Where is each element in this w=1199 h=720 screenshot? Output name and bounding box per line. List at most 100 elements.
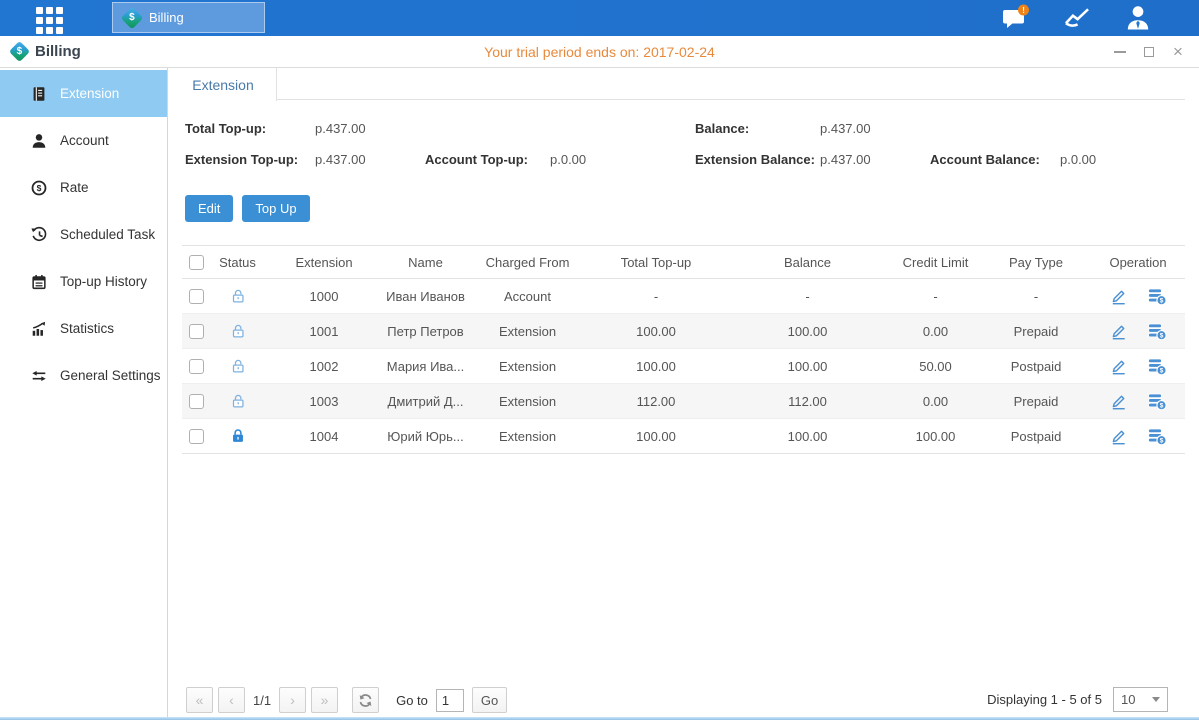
tab-extension[interactable]: Extension (170, 68, 277, 101)
statistics-icon (30, 320, 48, 338)
app-menu-icon[interactable] (36, 7, 63, 34)
svg-text:$: $ (1160, 298, 1164, 305)
refresh-icon (358, 693, 373, 708)
taskbar-tab-label: Billing (149, 10, 184, 25)
next-page-button[interactable]: › (279, 687, 306, 713)
prev-page-button[interactable]: ‹ (218, 687, 245, 713)
column-header-charged-from: Charged From (468, 246, 587, 279)
topup-icon[interactable]: $ (1147, 391, 1167, 411)
cell-extension: 1001 (265, 314, 383, 349)
cell-total-topup: 112.00 (587, 384, 725, 419)
cell-extension: 1003 (265, 384, 383, 419)
cell-charged-from: Extension (468, 349, 587, 384)
column-header-balance: Balance (725, 246, 890, 279)
svg-text:$: $ (1160, 333, 1164, 340)
cell-total-topup: 100.00 (587, 349, 725, 384)
status-cell (210, 419, 265, 454)
tabstrip: Extension (169, 68, 1199, 101)
sidebar-item-statistics[interactable]: Statistics (0, 305, 167, 352)
billing-dollar-icon: $ (121, 6, 144, 29)
sidebar: Extension Account $ Rate Scheduled Task (0, 68, 168, 717)
sidebar-item-rate[interactable]: $ Rate (0, 164, 167, 211)
table-body: 1000 Иван Иванов Account - - - - (182, 279, 1185, 454)
row-checkbox[interactable] (189, 289, 204, 304)
extension-balance-label: Extension Balance: (695, 152, 815, 167)
cell-pay-type: Prepaid (981, 384, 1091, 419)
edit-icon[interactable] (1109, 287, 1128, 306)
column-header-credit-limit: Credit Limit (890, 246, 981, 279)
edit-icon[interactable] (1109, 322, 1128, 341)
sidebar-item-label: General Settings (60, 368, 161, 383)
page-size-value: 10 (1121, 692, 1135, 707)
messages-icon[interactable]: ! (1001, 4, 1029, 32)
locked-icon[interactable] (229, 427, 247, 445)
taskbar-tab-billing[interactable]: $ Billing (112, 2, 265, 33)
unlocked-icon[interactable] (229, 322, 247, 340)
edit-button[interactable]: Edit (185, 195, 233, 222)
sidebar-item-topup-history[interactable]: Top-up History (0, 258, 167, 305)
maximize-button[interactable] (1142, 45, 1156, 59)
row-checkbox[interactable] (189, 359, 204, 374)
cell-name: Мария Ива... (383, 349, 468, 384)
cell-pay-type: Postpaid (981, 419, 1091, 454)
cell-name: Иван Иванов (383, 279, 468, 314)
cell-credit-limit: - (890, 279, 981, 314)
row-checkbox[interactable] (189, 429, 204, 444)
column-header-total-topup: Total Top-up (587, 246, 725, 279)
statistics-chart-icon[interactable] (1063, 4, 1091, 32)
scheduled-task-icon (30, 226, 48, 244)
page-size-select[interactable]: 10 (1113, 687, 1168, 712)
minimize-button[interactable] (1113, 45, 1127, 59)
edit-icon[interactable] (1109, 427, 1128, 446)
topup-icon[interactable]: $ (1147, 356, 1167, 376)
user-account-icon[interactable] (1125, 4, 1153, 32)
top-up-button[interactable]: Top Up (242, 195, 309, 222)
topup-icon[interactable]: $ (1147, 321, 1167, 341)
cell-operation: $ (1091, 384, 1185, 419)
displaying-status: Displaying 1 - 5 of 5 (987, 692, 1102, 707)
topup-icon[interactable]: $ (1147, 426, 1167, 446)
cell-extension: 1000 (265, 279, 383, 314)
svg-text:!: ! (1022, 5, 1025, 15)
last-page-button[interactable]: » (311, 687, 338, 713)
topup-icon[interactable]: $ (1147, 286, 1167, 306)
row-checkbox[interactable] (189, 324, 204, 339)
rate-icon: $ (30, 179, 48, 197)
close-button[interactable]: × (1171, 45, 1185, 59)
first-page-button[interactable]: « (186, 687, 213, 713)
cell-charged-from: Extension (468, 314, 587, 349)
account-balance-value: p.0.00 (1060, 152, 1096, 167)
sidebar-item-general-settings[interactable]: General Settings (0, 352, 167, 399)
cell-credit-limit: 50.00 (890, 349, 981, 384)
cell-pay-type: - (981, 279, 1091, 314)
cell-operation: $ (1091, 314, 1185, 349)
unlocked-icon[interactable] (229, 287, 247, 305)
sidebar-item-account[interactable]: Account (0, 117, 167, 164)
account-topup-value: p.0.00 (550, 152, 586, 167)
cell-name: Дмитрий Д... (383, 384, 468, 419)
column-header-status: Status (210, 246, 265, 279)
billing-dollar-icon: $ (9, 41, 30, 62)
cell-balance: 100.00 (725, 349, 890, 384)
select-all-checkbox[interactable] (189, 255, 204, 270)
go-button[interactable]: Go (472, 687, 507, 713)
extension-icon (30, 85, 48, 103)
cell-credit-limit: 100.00 (890, 419, 981, 454)
unlocked-icon[interactable] (229, 357, 247, 375)
edit-icon[interactable] (1109, 357, 1128, 376)
extension-topup-label: Extension Top-up: (185, 152, 298, 167)
column-header-extension: Extension (265, 246, 383, 279)
sidebar-item-extension[interactable]: Extension (0, 70, 167, 117)
cell-credit-limit: 0.00 (890, 314, 981, 349)
unlocked-icon[interactable] (229, 392, 247, 410)
svg-text:$: $ (1160, 368, 1164, 375)
cell-charged-from: Account (468, 279, 587, 314)
edit-icon[interactable] (1109, 392, 1128, 411)
row-checkbox[interactable] (189, 394, 204, 409)
cell-total-topup: 100.00 (587, 419, 725, 454)
sidebar-item-scheduled-task[interactable]: Scheduled Task (0, 211, 167, 258)
goto-page-input[interactable] (436, 689, 464, 712)
chevron-down-icon (1152, 697, 1160, 702)
status-cell (210, 349, 265, 384)
refresh-button[interactable] (352, 687, 379, 713)
